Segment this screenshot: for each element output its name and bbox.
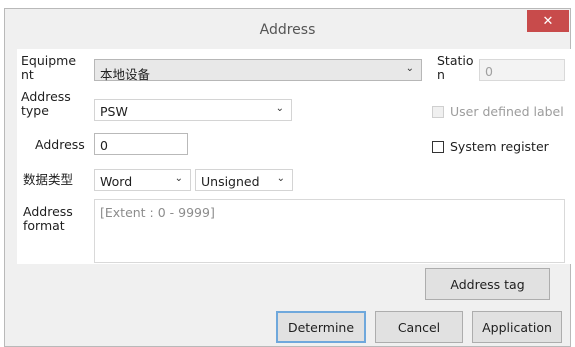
checkbox-icon [432, 140, 444, 153]
application-button[interactable]: Application [472, 311, 562, 343]
station-label: Statio n [437, 53, 474, 82]
address-settings-panel: Equipme nt 本地设备 ⌄ Statio n 0 Address typ… [17, 49, 572, 264]
address-label: Address [35, 137, 85, 152]
chevron-down-icon: ⌄ [276, 173, 285, 184]
close-icon: ✕ [542, 13, 554, 29]
dialog-title: Address [259, 22, 316, 38]
equipment-select[interactable]: 本地设备 ⌄ [94, 59, 422, 82]
data-type-label: 数据类型 [23, 172, 74, 187]
address-dialog: Address ✕ Equipme nt 本地设备 ⌄ Statio n 0 A… [4, 8, 572, 347]
address-tag-button[interactable]: Address tag [425, 268, 550, 300]
user-defined-label-text: User defined label [450, 104, 564, 119]
address-format-field[interactable]: [Extent : 0 - 9999] [94, 199, 565, 263]
chevron-down-icon: ⌄ [174, 173, 183, 184]
address-format-value: [Extent : 0 - 9999] [100, 205, 215, 220]
station-value: 0 [485, 64, 493, 79]
equipment-label: Equipme nt [21, 53, 77, 82]
close-button[interactable]: ✕ [527, 10, 569, 32]
chevron-down-icon: ⌄ [405, 63, 414, 74]
chevron-down-icon: ⌄ [275, 103, 284, 114]
determine-button[interactable]: Determine [276, 311, 366, 343]
address-type-select[interactable]: PSW ⌄ [94, 99, 292, 121]
data-type-value: Word [100, 174, 133, 189]
sign-value: Unsigned [201, 174, 260, 189]
address-type-value: PSW [100, 104, 128, 119]
sign-select[interactable]: Unsigned ⌄ [195, 169, 293, 191]
data-type-select[interactable]: Word ⌄ [94, 169, 191, 191]
address-type-label: Address type [21, 89, 71, 118]
address-value: 0 [100, 138, 108, 153]
user-defined-label-checkbox[interactable]: User defined label [432, 104, 564, 119]
checkbox-icon [432, 105, 444, 118]
system-register-text: System register [450, 139, 549, 154]
system-register-checkbox[interactable]: System register [432, 139, 549, 154]
address-input[interactable]: 0 [94, 133, 188, 155]
station-field[interactable]: 0 [479, 59, 565, 81]
address-format-label: Address format [23, 204, 73, 233]
title-bar: Address ✕ [5, 9, 570, 49]
cancel-button[interactable]: Cancel [375, 311, 463, 343]
equipment-value: 本地设备 [100, 67, 151, 82]
